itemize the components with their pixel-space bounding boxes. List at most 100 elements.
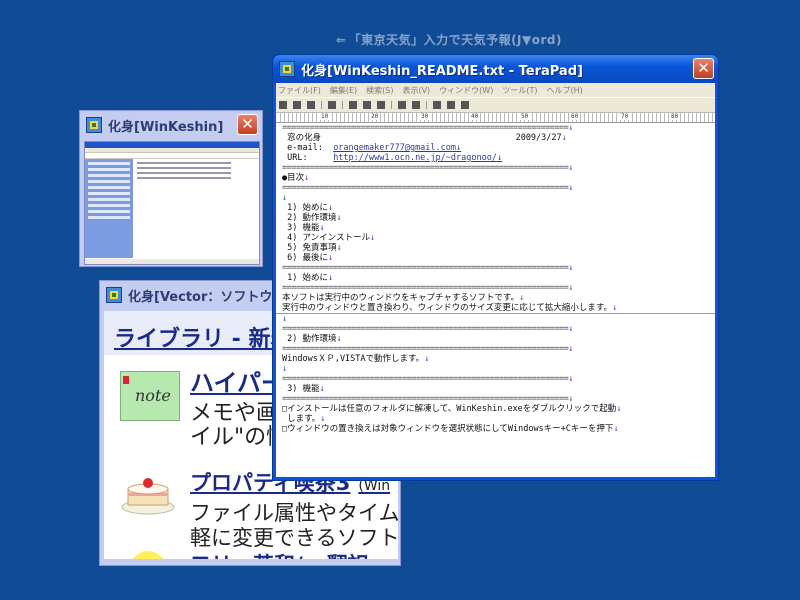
terapad-client: ファイル(F) 編集(E) 検索(S) 表示(V) ウィンドウ(W) ツール(T) ヘルプ(…	[276, 83, 715, 477]
text-line: ========================================…	[276, 283, 715, 293]
newline-mark-icon: ↓	[424, 354, 430, 364]
newline-mark-icon: ↓	[568, 163, 573, 173]
note-icon: note	[120, 371, 180, 421]
newline-mark-icon: ↓	[568, 394, 573, 404]
newline-mark-icon: ↓	[613, 424, 619, 434]
redo-icon[interactable]	[412, 101, 420, 109]
save-icon[interactable]	[307, 101, 315, 109]
find-next-icon[interactable]	[447, 101, 455, 109]
ruler-number: 50	[520, 113, 530, 120]
find-icon[interactable]	[433, 101, 441, 109]
newline-mark-icon: ↓	[519, 293, 525, 303]
toolbar-separator	[426, 101, 427, 109]
newline-mark-icon: ↓	[568, 283, 573, 293]
menu-item[interactable]: 検索(S)	[366, 85, 393, 96]
toolbar-separator	[391, 101, 392, 109]
toolbar	[276, 97, 715, 113]
find-previous-icon[interactable]	[461, 101, 469, 109]
line-text: 4) アンインストール	[282, 233, 370, 243]
copy-icon[interactable]	[363, 101, 371, 109]
terapad-window[interactable]: 化身[WinKeshin_README.txt - TeraPad] ✕ ファイ…	[272, 54, 719, 481]
new-file-icon[interactable]	[279, 101, 287, 109]
text-line: 3) 機能↓	[276, 384, 715, 394]
line-text: e-mail:	[282, 143, 334, 153]
text-line: ========================================…	[276, 123, 715, 133]
undo-icon[interactable]	[398, 101, 406, 109]
text-editor[interactable]: ========================================…	[276, 123, 715, 477]
line-text: します。	[282, 414, 321, 424]
dictionary-icon	[130, 551, 166, 559]
window-title: 化身[WinKeshin]	[108, 119, 224, 135]
ruler-number: 30	[420, 113, 430, 120]
toolbar-separator	[342, 101, 343, 109]
cut-icon[interactable]	[349, 101, 357, 109]
text-line: URL: http://www1.ocn.ne.jp/~dragonoo/↓	[276, 153, 715, 163]
newline-mark-icon: ↓	[336, 243, 342, 253]
cake-icon	[121, 478, 175, 515]
text-line: 窓の化身 2009/3/27↓	[276, 133, 715, 143]
line-text: ========================================…	[282, 283, 569, 293]
menubar: ファイル(F) 編集(E) 検索(S) 表示(V) ウィンドウ(W) ツール(T) ヘルプ(…	[276, 83, 715, 97]
captured-window-thumbnail[interactable]	[84, 141, 260, 265]
menu-item[interactable]: 編集(E)	[330, 85, 357, 96]
line-text: ========================================…	[282, 163, 569, 173]
text-line: WindowsＸＰ,VISTAで動作します。↓	[276, 354, 715, 364]
terapad-titlebar[interactable]: 化身[WinKeshin_README.txt - TeraPad] ✕	[273, 55, 718, 83]
text-line: e-mail: orangemaker777@gmail.com↓	[276, 143, 715, 153]
text-line: ========================================…	[276, 163, 715, 173]
open-folder-icon[interactable]	[293, 101, 301, 109]
left-arrow-icon: ⇐	[336, 33, 347, 47]
close-button[interactable]: ✕	[237, 114, 258, 135]
menu-item[interactable]: ヘルプ(H)	[546, 85, 582, 96]
winkeshin-window[interactable]: 化身[WinKeshin] ✕	[79, 110, 263, 267]
newline-mark-icon: ↓	[616, 404, 622, 414]
line-text: 1) 始めに	[282, 273, 328, 283]
line-text: WindowsＸＰ,VISTAで動作します。	[282, 354, 425, 364]
text-line: 3) 機能↓	[276, 223, 715, 233]
red-tag-icon	[123, 376, 129, 384]
text-line: 2) 動作環境↓	[276, 334, 715, 344]
text-line: 実行中のウィンドウと置き換わり、ウィンドウのサイズ変更に応じて拡大縮小します。↓	[276, 303, 715, 314]
close-button[interactable]: ✕	[693, 58, 714, 79]
menu-item[interactable]: ウィンドウ(W)	[439, 85, 493, 96]
ruler: 10 20 30 40 50 60 70 80	[276, 113, 715, 123]
app-icon	[279, 61, 295, 77]
jword-caption-text: 「東京天気」入力で天気予報(J▼ord)	[348, 33, 562, 47]
menu-item[interactable]: 表示(V)	[402, 85, 430, 96]
winkeshin-titlebar[interactable]: 化身[WinKeshin] ✕	[80, 111, 262, 139]
newline-mark-icon: ↓	[568, 374, 573, 384]
line-text: 5) 免責事項	[282, 243, 337, 253]
newline-mark-icon: ↓	[336, 213, 342, 223]
software-title-link[interactable]: ハイパー	[190, 363, 285, 398]
software-title-link[interactable]: フリー英和/...翻訳	[190, 549, 369, 559]
ruler-ticks	[280, 113, 715, 122]
text-line: 2) 動作環境↓	[276, 213, 715, 223]
text-line: します。↓	[276, 414, 715, 424]
line-text: ========================================…	[282, 374, 569, 384]
thumbnail-sidebar	[85, 159, 133, 258]
newline-mark-icon: ↓	[319, 384, 325, 394]
thumbnail-file-list	[137, 162, 255, 182]
menu-item[interactable]: ツール(T)	[502, 85, 537, 96]
hyperlink[interactable]: orangemaker777@gmail.com	[333, 143, 456, 153]
line-text: ========================================…	[282, 263, 569, 273]
ruler-number: 20	[370, 113, 380, 120]
newline-mark-icon: ↓	[369, 233, 376, 243]
line-text: 窓の化身 2009/3/27	[282, 133, 562, 143]
text-line: ========================================…	[276, 324, 715, 334]
text-line: ↓	[276, 314, 715, 324]
hyperlink[interactable]: http://www1.ocn.ne.jp/~dragonoo/	[333, 153, 497, 163]
paste-icon[interactable]	[377, 101, 385, 109]
menu-item[interactable]: ファイル(F)	[278, 85, 321, 96]
newline-mark-icon: ↓	[568, 324, 573, 334]
text-line: ========================================…	[276, 183, 715, 193]
line-text: 2) 動作環境	[282, 334, 337, 344]
newline-mark-icon: ↓	[496, 153, 503, 163]
line-text: 6) 最後に	[282, 253, 328, 263]
print-icon[interactable]	[328, 101, 336, 109]
line-text: 2) 動作環境	[282, 213, 337, 223]
text-line: □インストールは任意のフォルダに解凍して、WinKeshin.exeをダブルクリ…	[276, 404, 715, 414]
line-text: 3) 機能	[282, 384, 320, 394]
newline-mark-icon: ↓	[282, 314, 288, 324]
library-nav-link[interactable]: ライブラリ - 新着	[114, 321, 292, 353]
